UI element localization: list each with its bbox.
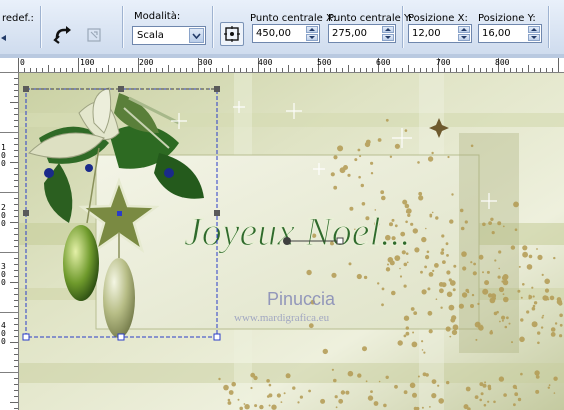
ruler-label: 2 0 0: [1, 203, 6, 228]
ruler-label: 3 0 0: [1, 262, 6, 287]
mode-value: Scala: [137, 30, 164, 41]
spin-up-icon[interactable]: [528, 26, 540, 33]
ruler-label: 200: [139, 58, 154, 67]
ruler-ticks: [0, 72, 18, 409]
toolbar-separator: [212, 6, 214, 48]
center-y-input[interactable]: 275,00: [328, 24, 396, 43]
ruler-label: 800: [495, 58, 510, 67]
pos-x-value: 12,00: [412, 28, 441, 39]
ruler-corner: [0, 58, 19, 73]
center-x-input[interactable]: 450,00: [252, 24, 320, 43]
horizontal-ruler[interactable]: 0 100 200 300 400 500 600 700 800: [18, 58, 564, 73]
spin-up-icon[interactable]: [306, 26, 318, 33]
watermark-url: www.mardigrafica.eu: [234, 312, 330, 324]
curved-arrow-icon[interactable]: [49, 22, 77, 48]
preset-label: redef.:: [2, 13, 34, 24]
ruler-label: 500: [317, 58, 332, 67]
pos-x-label: Posizione X:: [408, 13, 468, 24]
spin-down-icon[interactable]: [458, 34, 470, 41]
tool-options-toolbar: redef.: Modalità: Scala Punto centrale X…: [0, 0, 564, 55]
center-point-icon[interactable]: [220, 22, 244, 46]
pos-y-value: 16,00: [482, 28, 511, 39]
center-y-value: 275,00: [332, 28, 367, 39]
chevron-down-icon[interactable]: [189, 28, 204, 43]
toolbar-separator: [40, 6, 42, 48]
ruler-label: 400: [258, 58, 273, 67]
toolbar-separator: [402, 6, 404, 48]
pos-y-input[interactable]: 16,00: [478, 24, 542, 43]
spin-up-icon[interactable]: [458, 26, 470, 33]
spin-up-icon[interactable]: [382, 26, 394, 33]
ruler-label: 300: [198, 58, 213, 67]
spin-down-icon[interactable]: [382, 34, 394, 41]
image-canvas[interactable]: Joyeux Noel... Pinuccia www.mardigrafica…: [19, 73, 564, 410]
mode-label: Modalità:: [134, 11, 181, 22]
pos-x-input[interactable]: 12,00: [408, 24, 472, 43]
ruler-label: 4 0 0: [1, 321, 6, 346]
pick-tool-icon: [80, 22, 108, 48]
vertical-ruler[interactable]: 1 0 0 2 0 0 3 0 0 4 0 0: [0, 72, 19, 410]
ruler-label: 600: [376, 58, 391, 67]
toolbar-separator: [122, 6, 124, 48]
center-y-label: Punto centrale Y:: [328, 13, 413, 24]
ruler-label: 1 0 0: [1, 143, 6, 168]
ruler-label: 700: [436, 58, 451, 67]
toolbar-separator: [548, 6, 550, 48]
preset-arrow-icon[interactable]: [0, 28, 8, 41]
ruler-label: 0: [20, 58, 25, 67]
mode-select[interactable]: Scala: [132, 26, 206, 45]
ruler-label: 100: [80, 58, 95, 67]
spin-down-icon[interactable]: [306, 34, 318, 41]
pos-y-label: Posizione Y:: [478, 13, 536, 24]
center-x-label: Punto centrale X:: [250, 13, 337, 24]
watermark-name: Pinuccia: [267, 289, 336, 309]
spin-down-icon[interactable]: [528, 34, 540, 41]
ruler-ticks: [18, 58, 559, 72]
christmas-artwork: Joyeux Noel... Pinuccia www.mardigrafica…: [19, 73, 564, 410]
center-x-value: 450,00: [256, 28, 291, 39]
